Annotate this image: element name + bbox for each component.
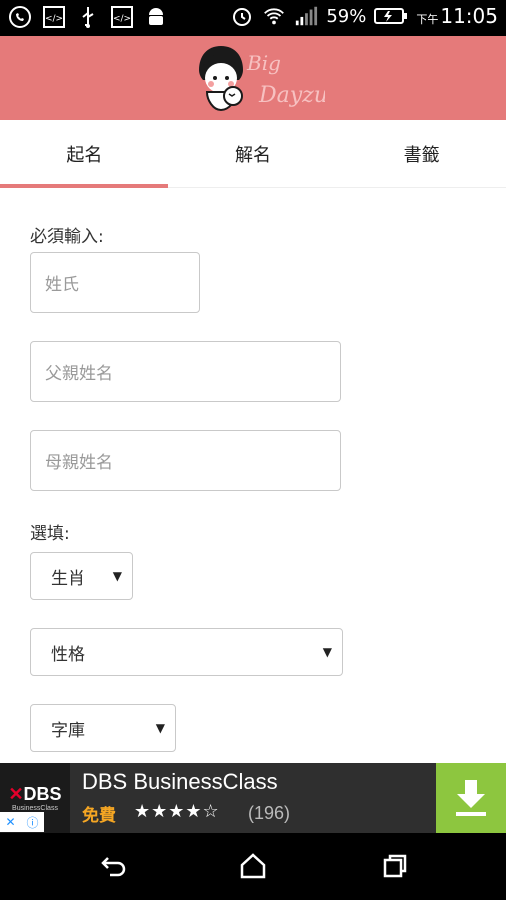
surname-placeholder: 姓氏 (45, 275, 79, 295)
ad-price: 免費 (82, 806, 116, 826)
personality-value: 性格 (51, 644, 85, 665)
code-icon: </> (42, 5, 66, 29)
svg-text:</>: </> (45, 14, 63, 24)
usb-icon (76, 5, 100, 29)
alarm-icon (230, 4, 254, 28)
dictionary-value: 字庫 (51, 720, 85, 741)
brand-name: DBS (23, 784, 62, 804)
download-icon (456, 780, 486, 816)
whatsapp-icon (8, 5, 32, 29)
brand-mark: ✕ (8, 784, 24, 804)
ampm-label: 下午 (416, 13, 439, 26)
chevron-down-icon: ▼ (112, 569, 122, 583)
recent-apps-button[interactable] (380, 851, 410, 881)
home-icon (240, 853, 266, 879)
mother-name-placeholder: 母親姓名 (45, 453, 113, 473)
father-name-placeholder: 父親姓名 (45, 364, 113, 384)
brand-sub: BusinessClass (12, 805, 58, 812)
surname-input[interactable]: 姓氏 (30, 252, 200, 313)
android-icon (144, 5, 168, 29)
tab-label: 起名 (66, 144, 103, 166)
mother-name-input[interactable]: 母親姓名 (30, 430, 341, 491)
zodiac-select[interactable]: 生肖 ▼ (30, 552, 133, 600)
tab-bar: 起名 解名 書籤 (0, 120, 506, 188)
svg-text:Dayzu: Dayzu (258, 83, 325, 108)
ad-rating-stars: ★★★★☆ (134, 801, 220, 822)
battery-percent: 59% (326, 5, 367, 27)
ad-banner[interactable]: ✕DBS BusinessClass DBS BusinessClass 免費 … (0, 763, 506, 833)
home-button[interactable] (238, 851, 268, 881)
tab-name-create[interactable]: 起名 (0, 120, 169, 188)
info-icon[interactable]: ⓘ (26, 814, 38, 831)
battery-icon (374, 4, 408, 28)
dictionary-select[interactable]: 字庫 ▼ (30, 704, 176, 752)
father-name-input[interactable]: 父親姓名 (30, 341, 341, 402)
close-icon[interactable]: ✕ (5, 815, 15, 829)
status-bar: </> </> 59% 下午 11:05 (0, 0, 506, 36)
tab-label: 書籤 (403, 144, 440, 166)
app-logo: Big Dayzu (185, 40, 328, 116)
tab-bookmarks[interactable]: 書籤 (337, 120, 506, 187)
code-icon: </> (110, 5, 134, 29)
required-label: 必須輸入: (30, 227, 104, 247)
tab-name-interpret[interactable]: 解名 (169, 120, 338, 187)
svg-text:Big: Big (246, 51, 281, 75)
optional-label: 選填: (30, 524, 70, 544)
navigation-bar (0, 833, 506, 900)
chevron-down-icon: ▼ (155, 721, 165, 735)
back-icon (101, 857, 126, 877)
zodiac-value: 生肖 (51, 568, 85, 589)
ad-rating-count: (196) (248, 803, 291, 823)
signal-icon (294, 4, 318, 28)
back-button[interactable] (98, 851, 128, 881)
clock-time: 11:05 (440, 4, 498, 28)
wifi-icon (262, 4, 286, 28)
svg-text:</>: </> (113, 14, 131, 24)
app-header: Big Dayzu (0, 36, 506, 120)
recent-apps-icon (383, 854, 407, 878)
ad-choices[interactable]: ✕ ⓘ (0, 812, 44, 832)
ad-title[interactable]: DBS BusinessClass (82, 769, 278, 795)
personality-select[interactable]: 性格 ▼ (30, 628, 343, 676)
tab-label: 解名 (235, 144, 271, 166)
download-button[interactable] (436, 763, 506, 833)
chevron-down-icon: ▼ (322, 645, 332, 659)
